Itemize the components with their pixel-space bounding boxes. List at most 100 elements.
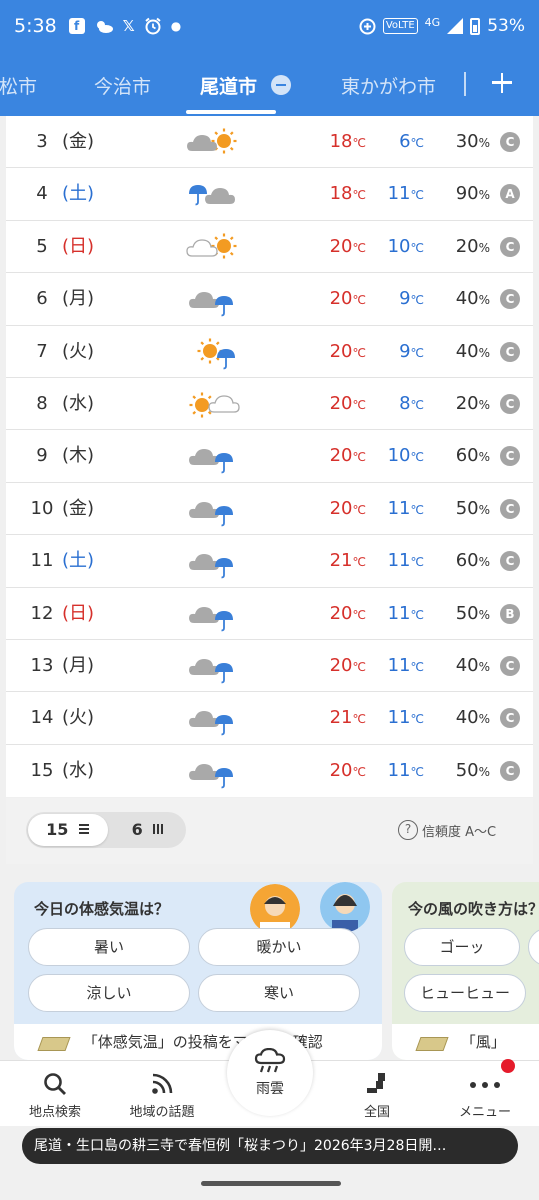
forecast-low: 11℃	[387, 707, 424, 729]
forecast-low: 8℃	[399, 392, 424, 414]
list-icon	[78, 824, 89, 834]
wind-whistle-button[interactable]: ヒューヒュー	[404, 974, 526, 1012]
forecast-high: 20℃	[329, 497, 366, 519]
person-cold-icon	[320, 882, 370, 932]
more-icon	[470, 1082, 500, 1088]
cloud-rain-icon	[184, 640, 248, 692]
nav-national[interactable]: 全国	[332, 1061, 422, 1120]
forecast-weekday: (月)	[62, 288, 95, 310]
feels-warm-button[interactable]: 暖かい	[198, 928, 360, 966]
feels-hot-button[interactable]: 暑い	[28, 928, 190, 966]
forecast-high: 18℃	[329, 183, 366, 205]
forecast-weekday: (金)	[62, 131, 95, 152]
tab-onomichi[interactable]: 尾道市	[200, 72, 257, 99]
forecast-low: 11℃	[387, 602, 424, 624]
cloud-sun-icon	[184, 221, 248, 273]
tab-imabari[interactable]: 今治市	[94, 72, 151, 99]
forecast-row[interactable]: 10 (金) 20℃ 11℃ 50% C	[6, 483, 533, 536]
forecast-row[interactable]: 6 (月) 20℃ 9℃ 40% C	[6, 273, 533, 326]
toggle-15-days[interactable]: 15	[28, 814, 108, 846]
forecast-high: 20℃	[329, 445, 366, 467]
forecast-weekday: (日)	[62, 235, 95, 257]
reliability-badge: A	[500, 184, 520, 205]
cloud-rain-icon	[184, 745, 248, 797]
forecast-weekday: (土)	[62, 550, 95, 572]
forecast-high: 20℃	[329, 602, 366, 624]
reliability-badge: C	[500, 655, 520, 676]
cloud-sun-icon	[184, 116, 248, 168]
reliability-badge: C	[500, 760, 520, 781]
feels-cool-button[interactable]: 涼しい	[28, 974, 190, 1012]
hotspot-icon	[359, 18, 376, 34]
status-bar: 5:38 f 𝕏 ● VoLTE 4G 53%	[0, 0, 539, 52]
forecast-high: 18℃	[329, 131, 366, 152]
forecast-precip: 20%	[455, 392, 490, 414]
nav-local-topics[interactable]: 地域の話題	[117, 1061, 207, 1120]
feels-cold-button[interactable]: 寒い	[198, 974, 360, 1012]
forecast-day: 6	[36, 288, 48, 310]
feels-like-card: 今日の体感気温は？ 暑い 暖かい 涼しい 寒い 「体感気温」の投稿をマップで確認	[14, 882, 382, 1060]
volte-badge: VoLTE	[382, 18, 418, 34]
forecast-low: 6℃	[399, 131, 424, 152]
nav-menu[interactable]: メニュー	[440, 1061, 530, 1120]
forecast-precip: 50%	[455, 759, 490, 781]
cloud-rain-icon	[184, 430, 248, 482]
toggle-6-days[interactable]: 6	[110, 812, 186, 848]
forecast-low: 9℃	[399, 340, 424, 362]
forecast-high: 20℃	[329, 392, 366, 414]
forecast-weekday: (木)	[62, 445, 95, 467]
cloud-rain-icon	[184, 588, 248, 640]
forecast-row[interactable]: 5 (日) 20℃ 10℃ 20% C	[6, 221, 533, 274]
cloud-rain-icon	[184, 535, 248, 587]
forecast-low: 11℃	[387, 183, 424, 205]
rain-cloud-button[interactable]: 雨雲	[227, 1030, 313, 1116]
japan-map-icon	[367, 1073, 385, 1093]
forecast-high: 20℃	[329, 288, 366, 310]
x-icon: 𝕏	[122, 17, 135, 35]
forecast-row[interactable]: 4 (土) 18℃ 11℃ 90% A	[6, 168, 533, 221]
forecast-precip: 40%	[455, 340, 490, 362]
add-city-button[interactable]	[488, 68, 516, 96]
reliability-badge: C	[500, 289, 520, 310]
wind-map-link[interactable]: 「風」	[392, 1024, 539, 1060]
view-toggle-bar: 15 6 ? 信頼度 A〜C	[6, 798, 533, 864]
forecast-row[interactable]: 13 (月) 20℃ 11℃ 40% C	[6, 640, 533, 693]
forecast-low: 10℃	[387, 445, 424, 467]
forecast-row[interactable]: 11 (土) 21℃ 11℃ 60% C	[6, 535, 533, 588]
forecast-precip: 40%	[455, 288, 490, 310]
remove-city-icon[interactable]	[271, 75, 291, 95]
tab-higashikagawa[interactable]: 東かがわ市	[341, 72, 436, 99]
feels-like-map-link[interactable]: 「体感気温」の投稿をマップで確認	[14, 1024, 382, 1060]
network-type: 4G	[424, 15, 441, 29]
forecast-row[interactable]: 8 (水) 20℃ 8℃ 20% C	[6, 378, 533, 431]
forecast-row[interactable]: 9 (木) 20℃ 10℃ 60% C	[6, 430, 533, 483]
wind-medium-button[interactable]	[528, 928, 539, 966]
tab-takamatsu[interactable]: 高松市	[0, 72, 37, 99]
forecast-precip: 30%	[455, 131, 490, 152]
signal-icon	[447, 18, 464, 34]
forecast-row[interactable]: 7 (火) 20℃ 9℃ 40% C	[6, 326, 533, 378]
forecast-day: 3	[36, 131, 48, 152]
weather-icon	[96, 21, 113, 33]
tab-divider	[464, 72, 466, 96]
active-tab-indicator	[186, 110, 276, 114]
notification-icons: f 𝕏 ●	[68, 17, 182, 35]
reliability-help[interactable]: ? 信頼度 A〜C	[398, 820, 496, 840]
forecast-row[interactable]: 12 (日) 20℃ 11℃ 50% B	[6, 588, 533, 640]
forecast-low: 9℃	[399, 288, 424, 310]
wind-card: 今の風の吹き方は？ ゴーッ ヒューヒュー 「風」	[392, 882, 539, 1060]
forecast-row[interactable]: 14 (火) 21℃ 11℃ 40% C	[6, 692, 533, 745]
cloud-rain-icon	[184, 273, 248, 325]
nav-search[interactable]: 地点検索	[10, 1061, 100, 1120]
forecast-row[interactable]: 15 (水) 20℃ 11℃ 50% C	[6, 745, 533, 797]
forecast-low: 10℃	[387, 235, 424, 257]
news-ticker[interactable]: 尾道・生口島の耕三寺で春恒例「桜まつり」2026年3月28日開…	[22, 1128, 518, 1164]
gesture-bar[interactable]	[201, 1181, 341, 1186]
forecast-row[interactable]: 3 (金) 18℃ 6℃ 30% C	[6, 116, 533, 169]
forecast-high: 20℃	[329, 759, 366, 781]
reliability-badge: C	[500, 393, 520, 414]
dot-icon: ●	[170, 19, 182, 33]
wind-strong-button[interactable]: ゴーッ	[404, 928, 520, 966]
columns-icon	[153, 824, 164, 834]
forecast-precip: 90%	[455, 183, 490, 205]
